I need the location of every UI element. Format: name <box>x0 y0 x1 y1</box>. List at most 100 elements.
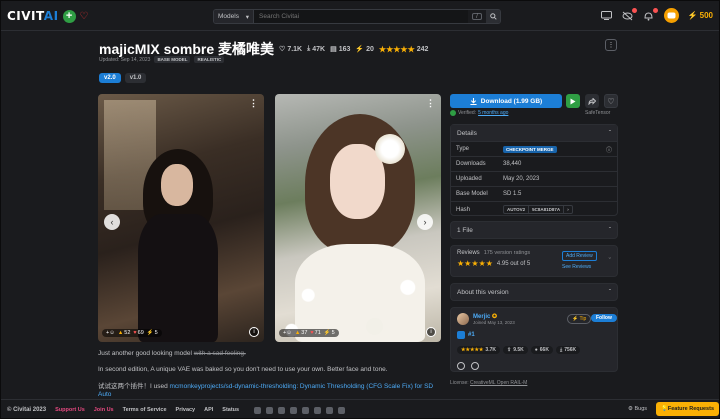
version-tab-v1[interactable]: v1.0 <box>124 73 147 83</box>
gallery-image-1[interactable]: ⋮ ‹ +☺ ▲ 52 ♥ 69 ⚡ 5 i <box>98 94 264 342</box>
add-review-button[interactable]: Add Review <box>562 251 597 261</box>
globe-icon[interactable] <box>457 362 465 370</box>
privacy-link[interactable]: Privacy <box>176 407 196 413</box>
search-category-select[interactable]: Models ▾ <box>214 10 254 23</box>
check-circle-icon <box>450 110 456 116</box>
reddit-icon[interactable] <box>314 406 322 414</box>
like-reaction[interactable]: ▲ 37 <box>295 330 308 336</box>
upload-icon[interactable] <box>601 10 613 22</box>
buzz-balance[interactable]: ⚡ 500 <box>688 11 713 20</box>
download-icon <box>470 97 477 105</box>
bell-icon[interactable] <box>643 7 658 22</box>
copyright: © Civitai 2023 <box>7 407 47 413</box>
lightning-icon: ⚡ <box>146 330 154 336</box>
follow-button[interactable]: Follow <box>591 314 617 322</box>
search-bar: Models ▾ / <box>213 9 501 24</box>
heart-reaction[interactable]: ♥ 71 <box>310 330 320 336</box>
image-menu-icon[interactable]: ⋮ <box>249 98 258 109</box>
create-plus-icon[interactable]: + <box>62 9 76 23</box>
type-badge: CHECKPOINT MERGE <box>503 145 557 153</box>
creator-rating-stat: ★★★★★ 3.7K <box>457 346 500 354</box>
detail-row-downloads: Downloads 38,440 <box>451 157 617 172</box>
terms-link[interactable]: Terms of Service <box>123 407 167 413</box>
gallery-image-2[interactable]: ⋮ › +☺ ▲ 37 ♥ 71 ⚡ 5 i <box>275 94 441 342</box>
chevron-left-icon: ‹ <box>110 217 114 227</box>
image-info-button[interactable]: i <box>249 327 259 337</box>
image-reactions: +☺ ▲ 52 ♥ 69 ⚡ 5 <box>102 329 162 337</box>
share-button[interactable] <box>585 94 599 108</box>
eye-off-icon[interactable] <box>622 7 637 22</box>
creator-avatar[interactable] <box>457 313 469 325</box>
globe-icon[interactable] <box>471 362 479 370</box>
github-icon[interactable] <box>326 406 334 414</box>
buzz-reaction[interactable]: ⚡ 5 <box>147 330 158 336</box>
twitch-icon[interactable] <box>338 406 346 414</box>
download-button[interactable]: Download (1.99 GB) <box>450 94 562 108</box>
bugs-link[interactable]: ⚙ Bugs <box>628 406 647 412</box>
search-icon <box>489 13 497 20</box>
heart-reaction[interactable]: ♥ 69 <box>133 330 143 336</box>
instagram-icon[interactable] <box>278 406 286 414</box>
tiktok-icon[interactable] <box>302 406 310 414</box>
civitai-logo[interactable]: CIVITAI + ♡ <box>7 9 89 23</box>
heart-outline-icon[interactable]: ♡ <box>80 11 89 22</box>
info-icon: i <box>430 329 432 335</box>
comment-icon: ▤ <box>330 46 337 53</box>
about-version-panel[interactable]: About this version ˇ <box>450 283 618 301</box>
chevron-down-icon[interactable]: ˇ <box>609 258 611 265</box>
add-reaction-icon[interactable]: +☺ <box>283 330 292 336</box>
status-link[interactable]: Status <box>222 407 239 413</box>
more-menu-button[interactable]: ⋮ <box>605 39 617 51</box>
search-input[interactable] <box>254 10 468 23</box>
notification-dot <box>652 7 658 13</box>
rating-stars: ★★★★★ <box>378 44 415 54</box>
discord-icon[interactable] <box>254 406 262 414</box>
like-reaction[interactable]: ▲ 52 <box>118 330 131 336</box>
feature-requests-button[interactable]: 💡 Feature Requests <box>656 402 719 416</box>
chevron-down-icon: ▾ <box>245 13 249 21</box>
search-button[interactable] <box>486 10 500 23</box>
verified-date-link[interactable]: 5 months ago <box>478 110 508 116</box>
files-panel[interactable]: 1 File ˇ <box>450 221 618 239</box>
license-link[interactable]: CreativeML Open RAIL-M <box>470 380 527 386</box>
see-reviews-link[interactable]: See Reviews <box>562 264 591 270</box>
image-menu-icon[interactable]: ⋮ <box>426 98 435 109</box>
creator-uploads-stat: ⇪ 9.5K <box>502 346 528 354</box>
info-icon[interactable]: ⓘ <box>606 145 612 154</box>
license-info: License: CreativeML Open RAIL-M <box>450 380 528 386</box>
file-format: SafeTensor <box>585 110 611 116</box>
rating-stat[interactable]: ★★★★★ 242 <box>379 45 429 54</box>
dots-vertical-icon: ⋮ <box>607 42 615 49</box>
twitter-icon[interactable] <box>266 406 274 414</box>
favorite-button[interactable]: ♡ <box>604 94 618 108</box>
join-us-link[interactable]: Join Us <box>94 407 114 413</box>
details-header[interactable]: Details ˆ <box>451 125 617 142</box>
add-reaction-icon[interactable]: +☺ <box>106 330 115 336</box>
buzz-stat: ⚡ 20 <box>355 45 374 54</box>
description-line-1: Just another good looking model with a s… <box>98 350 246 357</box>
creator-name[interactable]: Merjic ✪ <box>473 313 515 320</box>
user-avatar[interactable] <box>663 8 679 23</box>
next-image-button[interactable]: › <box>417 214 433 230</box>
creator-card: Merjic ✪ Joined May 13, 2023 ⚡ Tip Follo… <box>450 307 618 372</box>
download-label: Download (1.99 GB) <box>480 97 543 105</box>
support-us-link[interactable]: Support Us <box>55 407 85 413</box>
detail-row-uploaded: Uploaded May 20, 2023 <box>451 172 617 187</box>
hash-copy[interactable]: AUTOV2 5C8A81D87A › <box>503 205 573 214</box>
description-line-3: 试试这两个插件！I used mcmonkeyprojects/sd-dynam… <box>98 382 434 399</box>
prev-image-button[interactable]: ‹ <box>104 214 120 230</box>
upload-icon: ⇪ <box>506 347 512 353</box>
reviews-count: 175 version ratings <box>483 250 531 256</box>
search-shortcut-hint: / <box>472 13 482 20</box>
top-header: CIVITAI + ♡ Models ▾ / <box>1 1 719 31</box>
creator-followers-stat: ● 66K <box>530 346 553 354</box>
run-button[interactable] <box>566 94 580 108</box>
buzz-reaction[interactable]: ⚡ 5 <box>324 330 335 336</box>
youtube-icon[interactable] <box>290 406 298 414</box>
image-info-button[interactable]: i <box>426 327 436 337</box>
api-link[interactable]: API <box>204 407 213 413</box>
detail-row-hash: Hash AUTOV2 5C8A81D87A › <box>451 202 617 217</box>
chevron-down-icon: ˇ <box>608 227 611 234</box>
version-tab-v2[interactable]: v2.0 <box>99 73 121 83</box>
tip-button[interactable]: ⚡ Tip <box>567 314 592 324</box>
